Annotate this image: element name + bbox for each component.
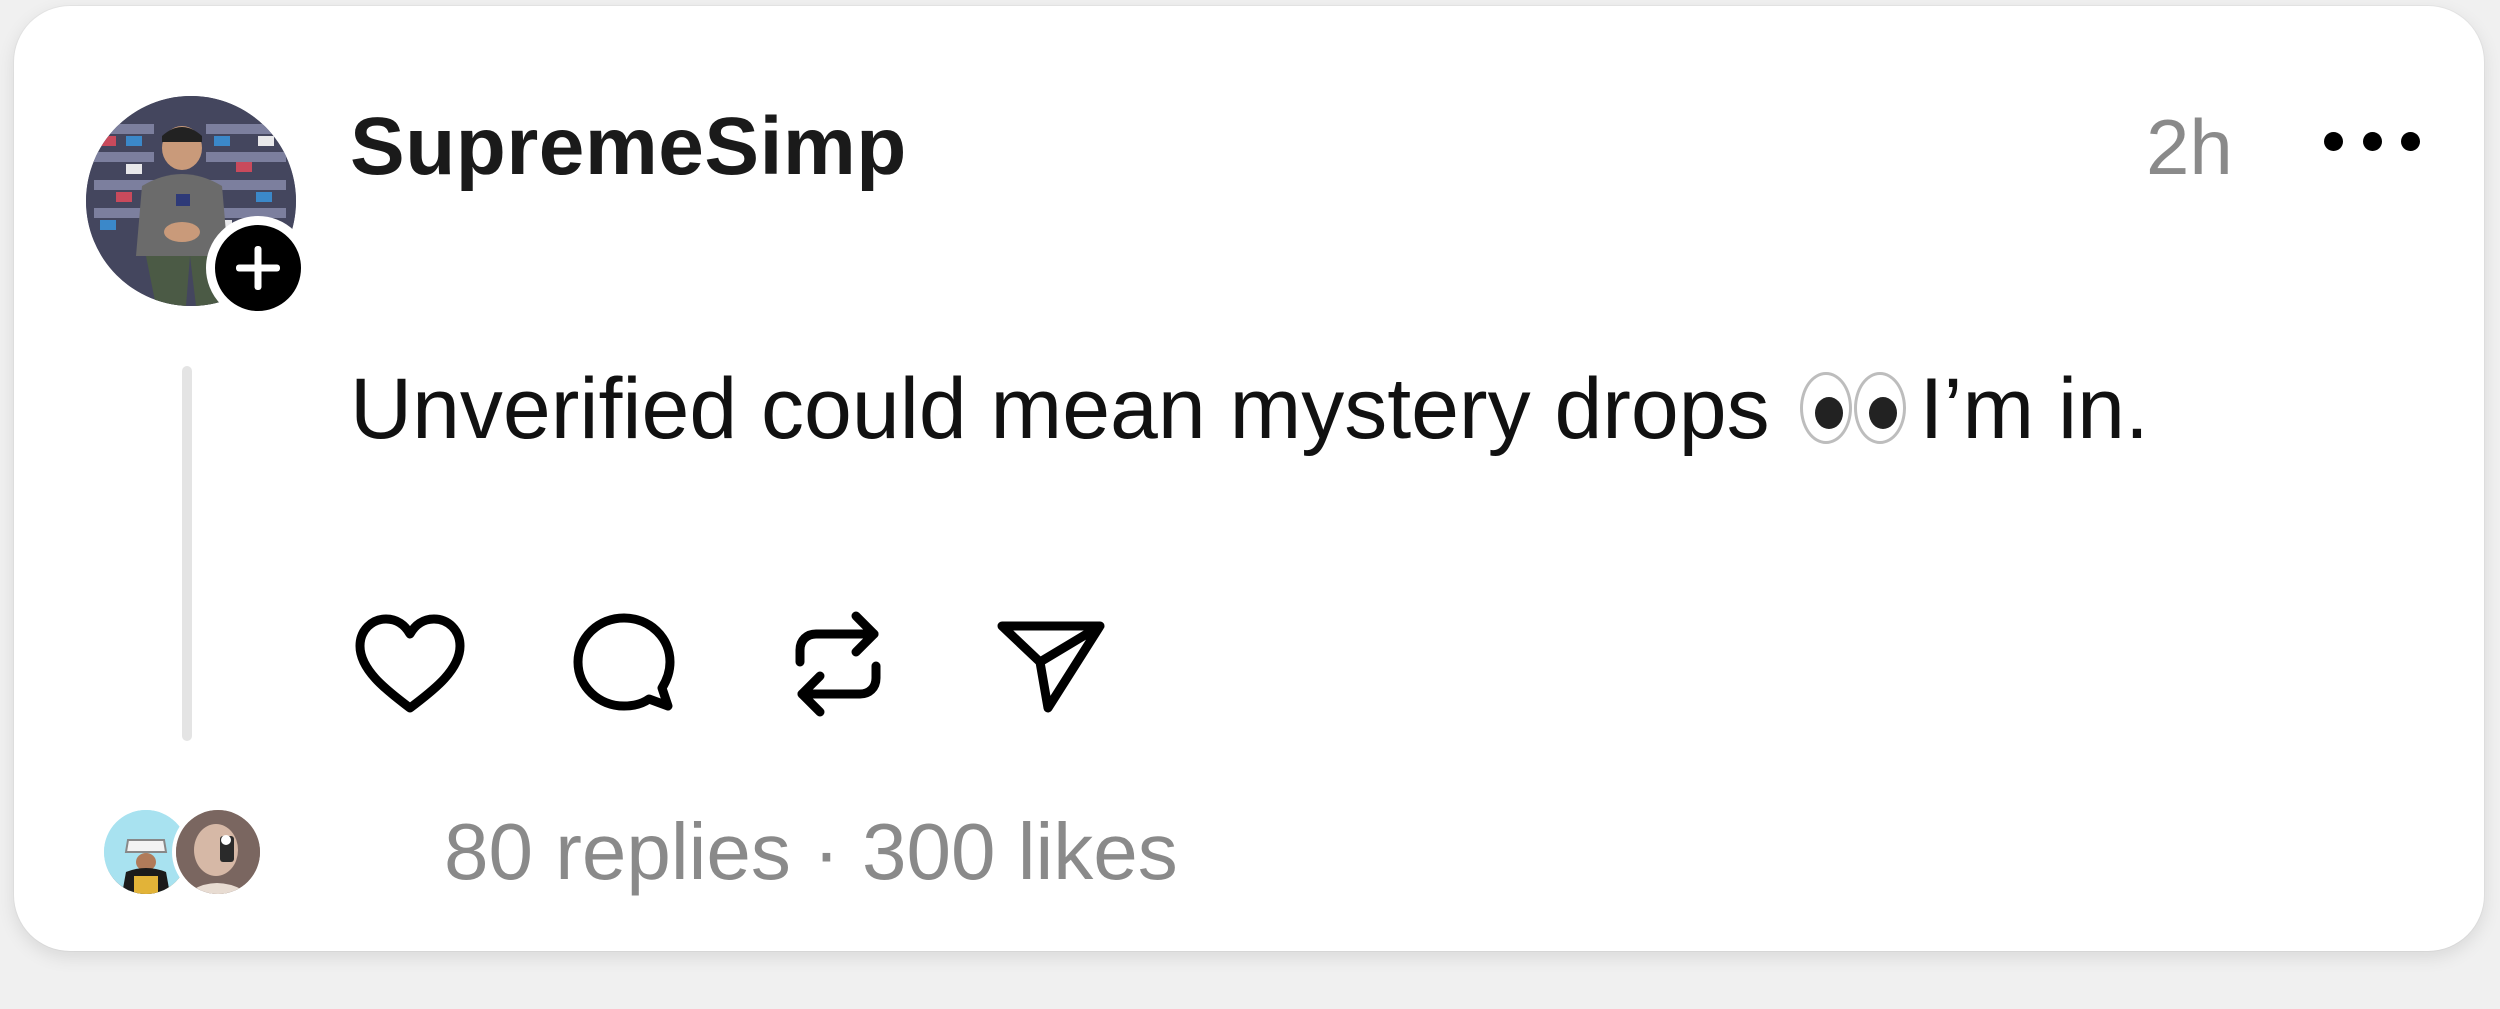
send-icon [997, 621, 1105, 713]
heart-icon [355, 614, 465, 713]
eye-left [1799, 372, 1852, 444]
reply-button[interactable] [564, 604, 684, 724]
likes-count[interactable]: 300 likes [862, 807, 1178, 896]
replier-avatar-photo [176, 810, 260, 894]
share-button[interactable] [992, 604, 1112, 724]
reply-avatars [100, 802, 286, 902]
author-avatar-wrap[interactable] [86, 96, 310, 320]
post-stats: 80 replies · 300 likes [444, 806, 1178, 898]
post-text-after: I’m in. [1919, 361, 2149, 457]
replies-count[interactable]: 80 replies [444, 807, 791, 896]
stats-separator: · [813, 807, 840, 896]
more-dot [2401, 131, 2420, 151]
timestamp: 2h [2146, 103, 2233, 191]
comment-icon [573, 613, 675, 711]
post-text-before: Unverified could mean mystery drops [350, 361, 1770, 457]
plus-icon [236, 246, 280, 290]
eyes-emoji [1799, 372, 1906, 444]
more-horizontal-icon [2324, 131, 2343, 151]
post-card: SupremeSimp 2h Unverified could mean mys… [14, 6, 2484, 951]
replier-avatar[interactable] [172, 806, 264, 898]
more-dot [2362, 131, 2382, 151]
follow-button[interactable] [206, 216, 310, 320]
username[interactable]: SupremeSimp [350, 100, 907, 194]
post-text: Unverified could mean mystery drops I’m … [350, 360, 2149, 459]
like-button[interactable] [350, 604, 470, 724]
repost-icon [795, 611, 881, 717]
action-bar [350, 604, 1112, 724]
more-options-button[interactable] [2324, 116, 2420, 166]
eye-right [1853, 372, 1906, 444]
repost-button[interactable] [778, 604, 898, 724]
thread-line [182, 366, 192, 741]
post-footer: 80 replies · 300 likes [100, 802, 1178, 902]
